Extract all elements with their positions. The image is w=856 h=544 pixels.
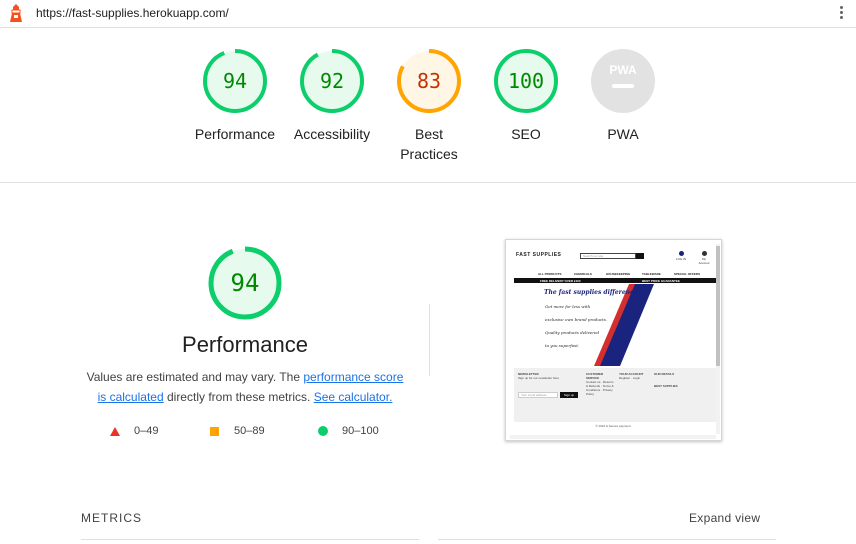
mini-hero: The fast supplies difference Get more fo… [514, 284, 716, 366]
pass-circle-icon [318, 426, 328, 436]
screenshot-page: FAST SUPPLIES Search our site LOG IN My … [510, 244, 716, 434]
is-calculated-link[interactable]: is calculated [98, 390, 164, 404]
mini-nav: ALL PRODUCTS CHEMICALS HOUSEKEEPING TABL… [538, 272, 700, 276]
performance-score-link[interactable]: performance score [303, 370, 403, 384]
more-options-icon[interactable] [836, 5, 846, 21]
metrics-rule-left [81, 539, 419, 540]
gauge-performance[interactable]: 94 Performance [185, 48, 285, 144]
seo-score: 100 [508, 69, 544, 93]
mini-account: My Account [698, 251, 710, 265]
gauge-seo[interactable]: 100 SEO [476, 48, 576, 144]
seo-label: SEO [511, 126, 541, 142]
gauge-pwa[interactable]: PWA PWA [573, 48, 673, 144]
mini-logo: FAST SUPPLIES [516, 252, 562, 258]
legend-fail-label: 0–49 [134, 425, 159, 437]
category-scores: 94 Performance 92 Accessibility 83 Best … [0, 28, 856, 183]
performance-description: Values are estimated and may vary. The p… [82, 367, 408, 407]
lighthouse-logo-icon [10, 4, 22, 22]
best-practices-score: 83 [417, 69, 441, 93]
best-practices-gauge-icon: 83 [397, 49, 461, 113]
accessibility-label: Accessibility [293, 126, 371, 142]
page-url[interactable]: https://fast-supplies.herokuapp.com/ [36, 6, 229, 20]
accessibility-score: 92 [320, 69, 344, 93]
mini-banner: FREE DELIVERY OVER £100 BEST PRICE GUARA… [514, 278, 716, 283]
legend-average-label: 50–89 [234, 425, 265, 437]
metrics-header: METRICS [81, 511, 142, 525]
legend-pass-label: 90–100 [342, 425, 379, 437]
legend-fail: 0–49 [110, 425, 158, 437]
performance-section: 94 Performance Values are estimated and … [0, 184, 856, 484]
legend-pass: 90–100 [318, 425, 379, 437]
mini-copyright: © 2024 & Secure payment [595, 424, 631, 428]
metrics-section: METRICS Expand view [0, 484, 856, 544]
mini-search-icon [636, 253, 644, 259]
final-screenshot[interactable]: FAST SUPPLIES Search our site LOG IN My … [505, 239, 722, 441]
mini-hero-stripe-icon [594, 284, 654, 366]
svg-text:PWA: PWA [609, 63, 637, 77]
see-calculator-link[interactable]: See calculator. [314, 390, 393, 404]
mini-login: LOG IN [675, 251, 687, 261]
pwa-label: PWA [607, 126, 639, 142]
mini-header: FAST SUPPLIES Search our site LOG IN My … [510, 244, 716, 270]
metrics-rule-right [438, 539, 776, 540]
expand-view-toggle[interactable]: Expand view [689, 511, 760, 525]
vertical-divider [429, 304, 430, 376]
pwa-badge-icon: PWA [591, 49, 655, 113]
accessibility-gauge-icon: 92 [300, 49, 364, 113]
url-bar: https://fast-supplies.herokuapp.com/ [0, 0, 856, 28]
desc-text-2: directly from these metrics. [163, 390, 314, 404]
fail-triangle-icon [110, 426, 120, 436]
screenshot-hscrollbar [510, 435, 716, 439]
performance-large-gauge-icon: 94 [208, 246, 282, 320]
performance-title: Performance [182, 332, 308, 357]
performance-gauge-icon: 94 [203, 49, 267, 113]
performance-score: 94 [223, 69, 247, 93]
gauge-best-practices[interactable]: 83 Best Practices [379, 48, 479, 164]
gauge-accessibility[interactable]: 92 Accessibility [282, 48, 382, 144]
screenshot-scrollbar [716, 244, 720, 434]
legend-average: 50–89 [210, 425, 265, 437]
performance-label: Performance [194, 126, 276, 142]
mini-footer: NEWSLETTER Sign up for our newsletter her… [514, 368, 716, 422]
best-practices-label: Best Practices [400, 126, 458, 162]
mini-search-input: Search our site [580, 253, 636, 259]
seo-gauge-icon: 100 [494, 49, 558, 113]
desc-text-1: Values are estimated and may vary. The [86, 370, 304, 384]
average-square-icon [210, 426, 219, 436]
performance-large-score: 94 [231, 269, 260, 297]
